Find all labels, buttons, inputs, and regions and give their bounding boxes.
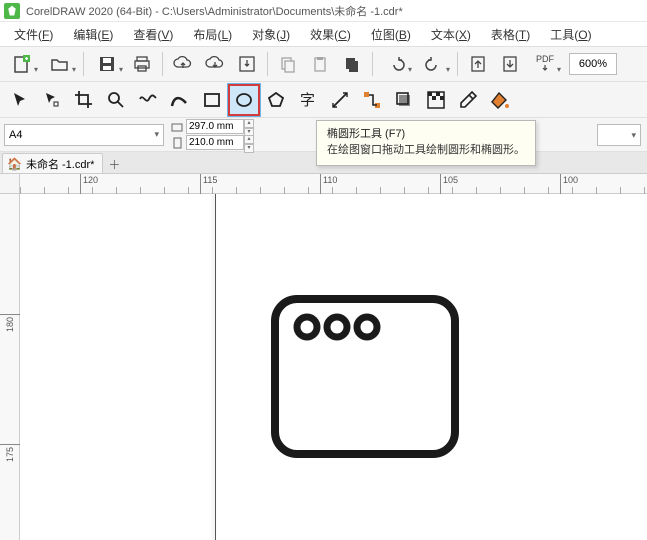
new-button[interactable]: ▾ xyxy=(4,50,40,78)
crop-tool[interactable] xyxy=(68,84,100,116)
menu-bar: 文件(F) 编辑(E) 查看(V) 布局(L) 对象(J) 效果(C) 位图(B… xyxy=(0,22,647,46)
separator xyxy=(267,52,268,76)
menu-file[interactable]: 文件(F) xyxy=(4,23,63,46)
menu-edit[interactable]: 编辑(E) xyxy=(63,23,123,46)
ruler-origin[interactable] xyxy=(0,174,20,194)
menu-tools[interactable]: 工具(O) xyxy=(540,23,601,46)
menu-bitmap[interactable]: 位图(B) xyxy=(361,23,421,46)
page-height-input[interactable]: 210.0 mm xyxy=(186,135,244,150)
canvas-artwork xyxy=(270,294,460,459)
polygon-tool[interactable] xyxy=(260,84,292,116)
cloud-down-button[interactable] xyxy=(200,50,230,78)
rectangle-tool[interactable] xyxy=(196,84,228,116)
separator xyxy=(83,52,84,76)
shape-tool[interactable] xyxy=(36,84,68,116)
height-icon xyxy=(170,136,184,150)
fill-tool[interactable] xyxy=(484,84,516,116)
save-button[interactable]: ▾ xyxy=(89,50,125,78)
menu-text[interactable]: 文本(X) xyxy=(421,23,481,46)
separator xyxy=(457,52,458,76)
artistic-media-tool[interactable] xyxy=(164,84,196,116)
open-button[interactable]: ▾ xyxy=(42,50,78,78)
pick-tool[interactable] xyxy=(4,84,36,116)
height-spinner[interactable]: ▴▾ xyxy=(244,135,254,150)
transparency-tool[interactable] xyxy=(420,84,452,116)
menu-table[interactable]: 表格(T) xyxy=(481,23,540,46)
window-title: CorelDRAW 2020 (64-Bit) - C:\Users\Admin… xyxy=(26,3,403,19)
connector-tool[interactable] xyxy=(356,84,388,116)
document-tab-label: 未命名 -1.cdr* xyxy=(26,156,94,172)
freehand-tool[interactable] xyxy=(132,84,164,116)
page-dimensions: 297.0 mm ▴▾ 210.0 mm ▴▾ xyxy=(170,119,254,151)
title-bar: CorelDRAW 2020 (64-Bit) - C:\Users\Admin… xyxy=(0,0,647,22)
property-bar: A4▾ 297.0 mm ▴▾ 210.0 mm ▴▾ 椭圆形工具 (F7) 在… xyxy=(0,118,647,152)
parallel-dim-tool[interactable] xyxy=(324,84,356,116)
ellipse-tool[interactable] xyxy=(228,84,260,116)
document-tab[interactable]: 🏠 未命名 -1.cdr* xyxy=(2,153,103,173)
page-width-input[interactable]: 297.0 mm xyxy=(186,119,244,134)
export-pdf-button[interactable]: PDF▾ xyxy=(527,50,563,78)
app-icon xyxy=(4,3,20,19)
redo-button[interactable]: ▾ xyxy=(416,50,452,78)
standard-toolbar: ▾ ▾ ▾ ▾ ▾ PDF▾ 600% xyxy=(0,46,647,82)
home-icon: 🏠 xyxy=(7,157,22,171)
page-edge xyxy=(215,194,216,540)
cloud-up-button[interactable] xyxy=(168,50,198,78)
work-area: 120 115 110 105 100 180 175 xyxy=(0,174,647,540)
cut-button[interactable] xyxy=(337,50,367,78)
menu-effect[interactable]: 效果(C) xyxy=(300,23,361,46)
undo-button[interactable]: ▾ xyxy=(378,50,414,78)
width-spinner[interactable]: ▴▾ xyxy=(244,119,254,134)
add-tab-button[interactable]: ＋ xyxy=(105,155,123,173)
zoom-combo[interactable]: 600% xyxy=(569,53,617,75)
zoom-tool[interactable] xyxy=(100,84,132,116)
toolbox: 字 xyxy=(0,82,647,118)
copy-button[interactable] xyxy=(273,50,303,78)
eyedropper-tool[interactable] xyxy=(452,84,484,116)
separator xyxy=(372,52,373,76)
tooltip-body: 在绘图窗口拖动工具绘制圆形和椭圆形。 xyxy=(327,143,525,159)
separator xyxy=(162,52,163,76)
page-size-combo[interactable]: A4▾ xyxy=(4,124,164,146)
drawing-canvas[interactable] xyxy=(20,194,647,540)
print-button[interactable] xyxy=(127,50,157,78)
text-tool[interactable]: 字 xyxy=(292,84,324,116)
tooltip-title: 椭圆形工具 (F7) xyxy=(327,127,525,143)
paste-button[interactable] xyxy=(305,50,335,78)
export-button[interactable] xyxy=(495,50,525,78)
menu-view[interactable]: 查看(V) xyxy=(123,23,183,46)
horizontal-ruler[interactable]: 120 115 110 105 100 xyxy=(20,174,647,194)
vertical-ruler[interactable]: 180 175 xyxy=(0,194,20,540)
import-button-2[interactable] xyxy=(463,50,493,78)
units-combo[interactable]: ▾ xyxy=(597,124,641,146)
menu-layout[interactable]: 布局(L) xyxy=(183,23,242,46)
menu-object[interactable]: 对象(J) xyxy=(242,23,300,46)
width-icon xyxy=(170,120,184,134)
import-button[interactable] xyxy=(232,50,262,78)
drop-shadow-tool[interactable] xyxy=(388,84,420,116)
svg-text:字: 字 xyxy=(300,92,315,109)
tooltip: 椭圆形工具 (F7) 在绘图窗口拖动工具绘制圆形和椭圆形。 xyxy=(316,120,536,166)
